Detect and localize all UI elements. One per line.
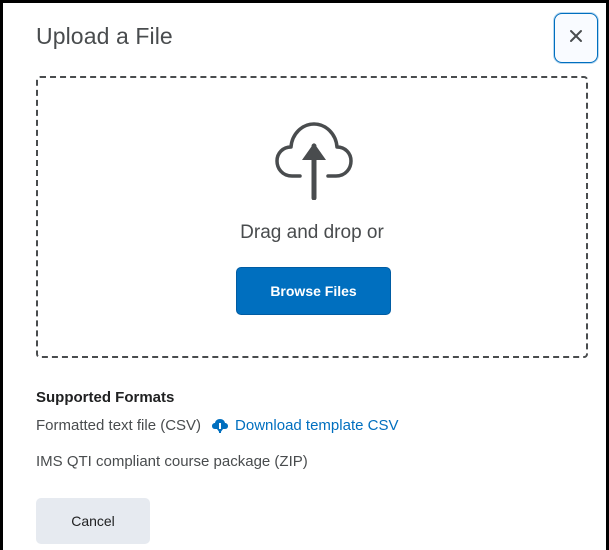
download-template-label: Download template CSV [235,417,399,434]
download-template-link[interactable]: Download template CSV [211,417,398,434]
supported-formats-heading: Supported Formats [36,389,175,406]
close-button[interactable] [554,13,598,63]
file-dropzone[interactable]: Drag and drop or Browse Files [36,76,588,358]
close-icon [569,29,583,48]
browse-files-button[interactable]: Browse Files [236,267,391,315]
format-label-zip: IMS QTI compliant course package (ZIP) [36,453,308,470]
cloud-download-icon [211,418,229,434]
drag-drop-text: Drag and drop or [240,222,384,243]
format-item-csv: Formatted text file (CSV) Download templ… [36,417,398,434]
format-item-zip: IMS QTI compliant course package (ZIP) [36,453,308,470]
dialog-title: Upload a File [36,23,173,49]
format-label-csv: Formatted text file (CSV) [36,417,202,434]
upload-dialog: Upload a File Drag and drop or Browse Fi… [0,0,609,550]
cloud-upload-icon [272,116,356,205]
cancel-button[interactable]: Cancel [36,498,150,544]
